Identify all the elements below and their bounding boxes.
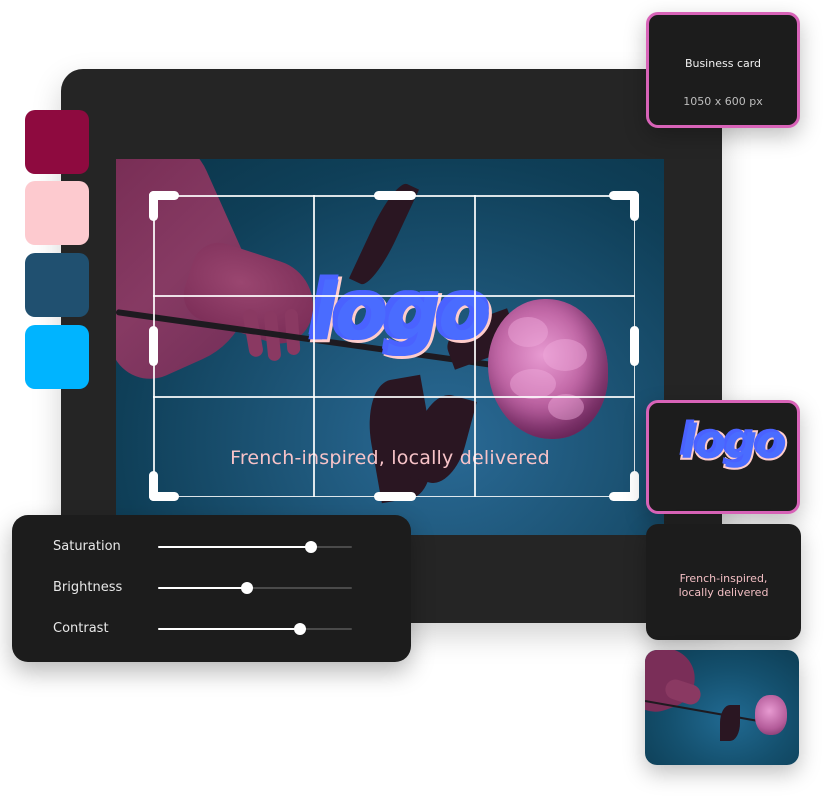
contrast-label: Contrast	[53, 621, 109, 636]
business-card-format-card[interactable]: Business card 1050 x 600 px	[646, 12, 800, 128]
crop-box[interactable]	[149, 191, 639, 501]
color-swatch-slate-blue[interactable]	[25, 253, 89, 317]
tagline-preview-card[interactable]: French-inspired, locally delivered	[646, 524, 801, 640]
design-canvas[interactable]: logo French-inspired, locally delivered	[116, 159, 664, 535]
crop-handle-left[interactable]	[149, 326, 158, 366]
saturation-slider[interactable]	[158, 541, 352, 553]
crop-grid-line	[313, 195, 315, 497]
tagline-preview-line1: French-inspired,	[679, 572, 768, 585]
crop-grid-line	[153, 295, 635, 297]
contrast-slider[interactable]	[158, 623, 352, 635]
contrast-slider-fill	[158, 628, 300, 630]
saturation-slider-thumb[interactable]	[305, 541, 318, 553]
logo-preview-card[interactable]: logo	[646, 400, 800, 514]
thumb-leaf	[720, 705, 740, 741]
saturation-slider-fill	[158, 546, 312, 548]
brightness-slider-fill	[158, 587, 248, 589]
color-swatch-crimson[interactable]	[25, 110, 89, 174]
tagline-preview-text: French-inspired, locally delivered	[646, 572, 801, 600]
contrast-slider-thumb[interactable]	[293, 623, 306, 635]
crop-handle-top-right[interactable]	[630, 191, 639, 221]
tagline-preview-line2: locally delivered	[678, 586, 769, 599]
color-swatch-blush[interactable]	[25, 181, 89, 245]
brightness-slider[interactable]	[158, 582, 352, 594]
adjustments-panel: Saturation Brightness Contrast	[12, 515, 411, 662]
crop-handle-top[interactable]	[374, 191, 416, 200]
thumb-flower	[755, 695, 787, 735]
color-swatch-sky-blue[interactable]	[25, 325, 89, 389]
business-card-size: 1050 x 600 px	[683, 95, 763, 108]
crop-handle-top-left[interactable]	[149, 191, 158, 221]
slider-row-saturation: Saturation	[12, 537, 411, 557]
business-card-title: Business card	[684, 57, 762, 70]
slider-row-contrast: Contrast	[12, 619, 411, 639]
slider-row-brightness: Brightness	[12, 578, 411, 598]
crop-handle-bottom[interactable]	[374, 492, 416, 501]
crop-grid-line	[474, 195, 476, 497]
brightness-label: Brightness	[53, 580, 123, 595]
crop-handle-right[interactable]	[630, 326, 639, 366]
crop-grid-line	[153, 396, 635, 398]
image-thumbnail-card[interactable]	[645, 650, 799, 765]
crop-handle-bottom-left[interactable]	[149, 471, 158, 501]
logo-preview-text: logo	[679, 415, 789, 469]
thumb-stem	[645, 700, 774, 725]
crop-handle-bottom-right[interactable]	[630, 471, 639, 501]
saturation-label: Saturation	[53, 539, 121, 554]
brightness-slider-thumb[interactable]	[241, 582, 254, 594]
